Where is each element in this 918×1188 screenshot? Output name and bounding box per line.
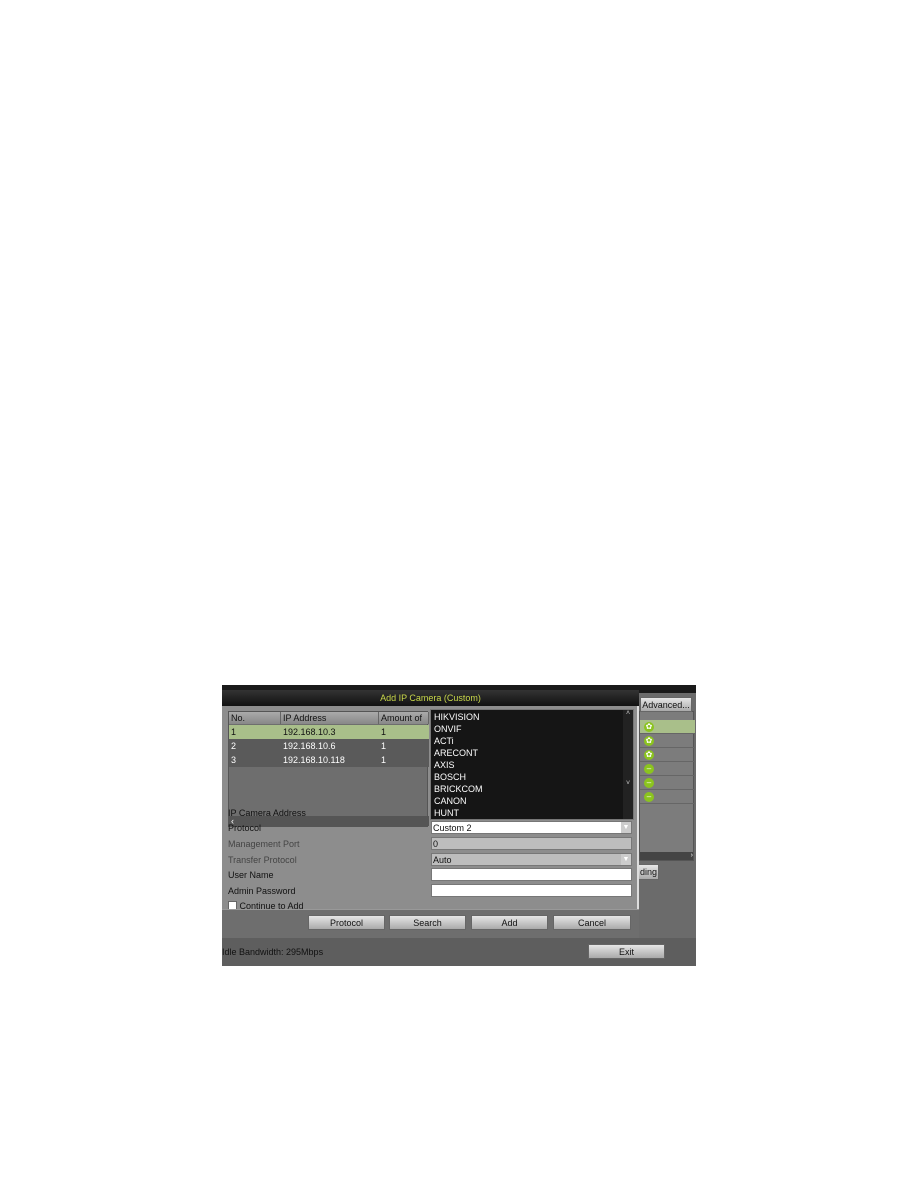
scroll-right-icon[interactable]: ›	[640, 852, 693, 860]
exit-button[interactable]: Exit	[588, 944, 665, 959]
transfer-protocol-label: Transfer Protocol	[228, 855, 297, 865]
status-row[interactable]: –	[640, 762, 695, 776]
table-row[interactable]: 3 192.168.10.118 1	[229, 753, 429, 767]
advanced-button[interactable]: Advanced...	[640, 697, 692, 712]
management-port-input[interactable]: 0	[431, 837, 632, 850]
search-button[interactable]: Search	[389, 915, 466, 930]
camera-status-panel: ✿ ✿ ✿ – – – ›	[639, 711, 695, 861]
status-row[interactable]: –	[640, 790, 695, 804]
chevron-down-icon[interactable]: ▼	[621, 854, 631, 865]
user-name-input[interactable]	[431, 868, 632, 881]
option-canon[interactable]: CANON	[434, 795, 467, 807]
status-bar: Idle Bandwidth: 295Mbps Exit	[222, 938, 696, 966]
protocol-label: Protocol	[228, 823, 262, 833]
cell-ip: 192.168.10.6	[283, 741, 336, 751]
transfer-protocol-select[interactable]: Auto ▼	[431, 853, 632, 866]
add-ip-camera-dialog: Add IP Camera (Custom) No. IP Address Am…	[222, 690, 639, 938]
button-bar: Protocol Search Add Cancel	[222, 909, 639, 938]
protocol-select[interactable]: Custom 2 ▼	[431, 821, 632, 834]
status-row[interactable]: –	[640, 776, 695, 790]
option-hikvision[interactable]: HIKVISION	[434, 711, 480, 723]
gear-icon[interactable]: ✿	[644, 722, 654, 732]
dialog-title: Add IP Camera (Custom)	[222, 690, 639, 706]
ip-camera-address-label: IP Camera Address	[228, 808, 306, 818]
status-row[interactable]: ✿	[640, 734, 695, 748]
table-row[interactable]: 2 192.168.10.6 1	[229, 739, 429, 753]
cell-ip: 192.168.10.118	[283, 755, 345, 765]
option-bosch[interactable]: BOSCH	[434, 771, 466, 783]
idle-bandwidth: Idle Bandwidth: 295Mbps	[222, 947, 324, 957]
option-onvif[interactable]: ONVIF	[434, 723, 462, 735]
adding-button[interactable]: ding	[638, 864, 659, 880]
status-row[interactable]: ✿	[640, 748, 695, 762]
protocol-dropdown-list[interactable]: HIKVISION ONVIF ACTi ARECONT AXIS BOSCH …	[430, 709, 634, 820]
option-acti[interactable]: ACTi	[434, 735, 454, 747]
admin-password-label: Admin Password	[228, 886, 296, 896]
chevron-down-icon[interactable]: ▼	[621, 822, 631, 833]
table-row[interactable]: 1 192.168.10.3 1	[229, 725, 429, 739]
protocol-button[interactable]: Protocol	[308, 915, 385, 930]
cell-ip: 192.168.10.3	[283, 727, 336, 737]
gear-icon[interactable]: ✿	[644, 750, 654, 760]
cell-no: 1	[231, 727, 237, 737]
management-port-label: Management Port	[228, 839, 300, 849]
col-ip[interactable]: IP Address	[281, 712, 379, 724]
transfer-protocol-value: Auto	[433, 855, 452, 865]
add-button[interactable]: Add	[471, 915, 548, 930]
protocol-value: Custom 2	[433, 823, 472, 833]
cell-amount: 1	[381, 755, 387, 765]
col-amount[interactable]: Amount of C	[379, 712, 429, 735]
option-axis[interactable]: AXIS	[434, 759, 455, 771]
cell-amount: 1	[381, 727, 387, 737]
user-name-label: User Name	[228, 870, 274, 880]
option-brickcom[interactable]: BRICKCOM	[434, 783, 483, 795]
minus-icon[interactable]: –	[644, 764, 654, 774]
col-no[interactable]: No.	[229, 712, 281, 724]
minus-icon[interactable]: –	[644, 778, 654, 788]
cell-no: 3	[231, 755, 237, 765]
option-arecont[interactable]: ARECONT	[434, 747, 478, 759]
option-hunt[interactable]: HUNT	[434, 807, 459, 819]
cell-no: 2	[231, 741, 237, 751]
status-row[interactable]: ✿	[640, 720, 695, 734]
minus-icon[interactable]: –	[644, 792, 654, 802]
vertical-scrollbar[interactable]: ˄ ˅	[623, 710, 633, 819]
gear-icon[interactable]: ✿	[644, 736, 654, 746]
admin-password-input[interactable]	[431, 884, 632, 897]
cell-amount: 1	[381, 741, 387, 751]
nvr-screen: ✿ ✿ ✿ – – – › Advanced... ding Add IP Ca…	[222, 685, 696, 966]
cancel-button[interactable]: Cancel	[553, 915, 631, 930]
